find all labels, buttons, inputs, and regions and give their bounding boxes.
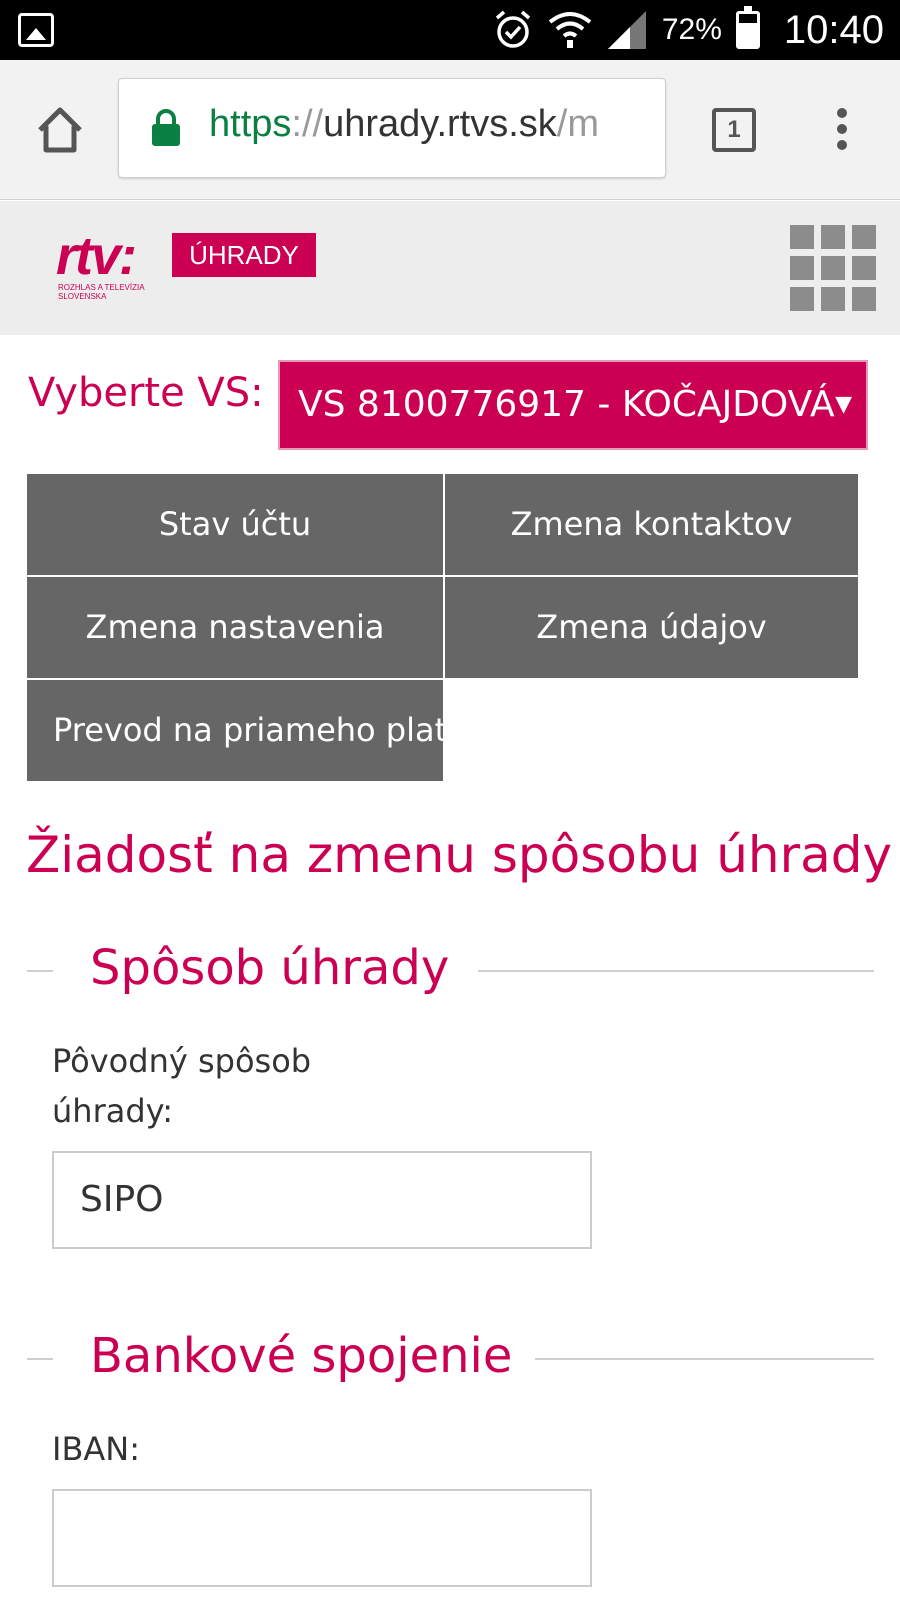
gallery-icon <box>18 13 54 47</box>
url-text: https://uhrady.rtvs.sk/m <box>209 103 599 145</box>
original-method-label: Pôvodný spôsob úhrady: <box>52 1042 312 1130</box>
fieldset-divider <box>27 970 53 972</box>
tile-change-settings[interactable]: Zmena nastavenia <box>27 577 443 678</box>
status-icons: 72% 10:40 <box>492 6 884 52</box>
logo-subtext: ROZHLAS A TELEVÍZIA SLOVENSKA <box>58 283 145 301</box>
wifi-icon <box>548 8 592 52</box>
address-bar[interactable]: https://uhrady.rtvs.sk/m <box>118 78 666 178</box>
iban-field[interactable] <box>52 1489 592 1587</box>
iban-label: IBAN: <box>52 1430 140 1468</box>
logo-badge: ÚHRADY <box>172 233 316 277</box>
status-bar: 72% 10:40 <box>0 0 900 60</box>
tile-change-contacts[interactable]: Zmena kontaktov <box>445 474 858 575</box>
tile-change-details[interactable]: Zmena údajov <box>445 577 858 678</box>
tile-account-status[interactable]: Stav účtu <box>27 474 443 575</box>
battery-icon <box>735 6 760 49</box>
overflow-menu-icon[interactable] <box>832 108 852 154</box>
signal-icon <box>606 9 648 51</box>
browser-toolbar: https://uhrady.rtvs.sk/m 1 <box>0 60 900 200</box>
apps-grid-icon[interactable] <box>790 225 876 311</box>
vs-label: Vyberte VS: <box>28 370 264 416</box>
vs-selected-value: VS 8100776917 - KOČAJDOVÁ <box>298 384 835 425</box>
clock: 10:40 <box>783 7 884 52</box>
rtv-logo[interactable]: rtv: ROZHLAS A TELEVÍZIA SLOVENSKA ÚHRADY <box>56 226 326 301</box>
vs-select[interactable]: VS 8100776917 - KOČAJDOVÁ ▼ <box>278 360 868 450</box>
original-method-field[interactable]: SIPO <box>52 1151 592 1249</box>
home-icon[interactable] <box>34 104 86 156</box>
page-title: Žiadosť na zmenu spôsobu úhrady <box>26 826 893 884</box>
section-legend-payment-method: Spôsob úhrady <box>90 940 450 996</box>
alarm-icon <box>492 9 534 51</box>
fieldset-divider <box>478 970 874 972</box>
tile-direct-payer-transfer[interactable]: Prevod na priameho platiteľa <box>27 680 443 781</box>
fieldset-divider <box>535 1358 874 1360</box>
tab-switcher-button[interactable]: 1 <box>712 108 756 152</box>
battery-percent: 72% <box>661 13 722 46</box>
site-header: rtv: ROZHLAS A TELEVÍZIA SLOVENSKA ÚHRADY <box>0 201 900 335</box>
lock-icon <box>151 109 181 147</box>
section-legend-bank: Bankové spojenie <box>90 1328 513 1384</box>
fieldset-divider <box>27 1358 53 1360</box>
dropdown-arrow-icon: ▼ <box>835 392 852 417</box>
logo-text: rtv: <box>56 226 137 286</box>
